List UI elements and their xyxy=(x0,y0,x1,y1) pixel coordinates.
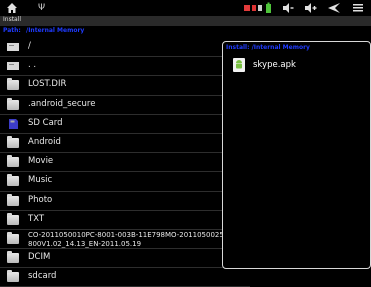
drive-icon xyxy=(7,43,19,51)
page-title: Install xyxy=(3,16,22,23)
list-item-label: LOST.DIR xyxy=(28,79,67,90)
folder-icon xyxy=(7,212,19,225)
install-panel: Install: /Internal Memory skype.apk xyxy=(222,41,371,269)
path-value: /Internal Memory xyxy=(26,27,85,34)
list-item[interactable]: SD Card xyxy=(0,115,250,134)
list-item[interactable]: .android_secure xyxy=(0,96,250,115)
sdcard-icon xyxy=(9,118,18,129)
list-item-root[interactable]: / xyxy=(0,38,250,58)
list-item-label: Music xyxy=(28,175,53,186)
list-item-label: CO-2011050010PC-8001-003B-11E798MO-20110… xyxy=(28,230,224,248)
list-item-parent[interactable]: . . xyxy=(0,57,250,77)
list-item-label: . . xyxy=(28,60,37,71)
list-item[interactable]: DCIM xyxy=(0,249,250,269)
panel-header: Install: /Internal Memory xyxy=(226,44,310,51)
list-item-label: Photo xyxy=(28,194,53,205)
usb-icon: Ψ xyxy=(38,3,46,13)
list-item-label: DCIM xyxy=(28,252,51,263)
volume-down-icon[interactable] xyxy=(282,2,294,14)
path-label: Path: xyxy=(3,27,21,34)
list-item[interactable]: CO-2011050010PC-8001-003B-11E798MO-20110… xyxy=(0,230,250,250)
folder-icon xyxy=(7,231,19,244)
battery-icon xyxy=(266,2,271,13)
list-item-label: Movie xyxy=(28,156,54,167)
folder-icon xyxy=(7,193,19,206)
list-item-label: .android_secure xyxy=(28,98,96,109)
back-icon[interactable] xyxy=(327,2,341,14)
list-item-label: / xyxy=(28,41,31,51)
apk-item[interactable]: skype.apk xyxy=(223,54,370,76)
folder-icon xyxy=(7,135,19,148)
list-item[interactable]: Movie xyxy=(0,153,250,173)
folder-icon xyxy=(7,174,19,187)
folder-icon xyxy=(7,251,19,264)
volume-up-icon[interactable] xyxy=(304,2,318,14)
status-bar: Ψ xyxy=(0,0,371,16)
drive-icon xyxy=(7,62,19,71)
menu-icon[interactable] xyxy=(352,2,364,14)
list-item-label: Android xyxy=(28,136,61,147)
list-item[interactable]: Music xyxy=(0,172,250,192)
apk-icon xyxy=(233,58,245,72)
wifi-icon xyxy=(244,5,262,11)
list-item[interactable]: TXT xyxy=(0,211,250,230)
path-bar: Path: /Internal Memory xyxy=(0,26,371,36)
list-item-label: TXT xyxy=(28,213,45,224)
list-item[interactable]: sdcard xyxy=(0,268,250,287)
list-item[interactable]: Photo xyxy=(0,192,250,211)
folder-icon xyxy=(7,155,19,168)
list-item-label: sdcard xyxy=(28,271,57,282)
list-item[interactable]: LOST.DIR xyxy=(0,76,250,96)
file-list: / . . LOST.DIR .android_secure SD Card A… xyxy=(0,38,250,287)
folder-icon xyxy=(7,270,19,283)
home-icon[interactable] xyxy=(6,2,18,14)
folder-icon xyxy=(7,97,19,110)
folder-icon xyxy=(7,78,19,91)
list-item[interactable]: Android xyxy=(0,134,250,154)
list-item-label: SD Card xyxy=(28,117,63,128)
apk-item-label: skype.apk xyxy=(253,60,296,70)
